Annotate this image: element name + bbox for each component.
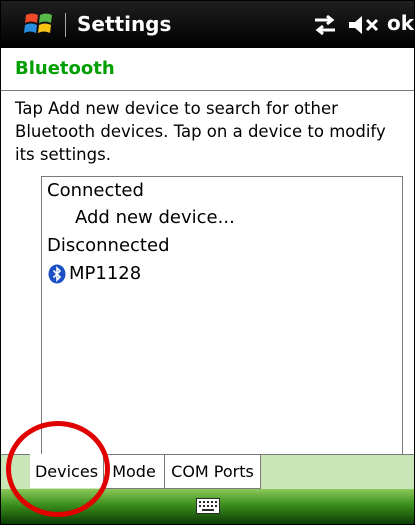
device-list[interactable]: Connected Add new device... Disconnected… xyxy=(41,176,403,455)
volume-muted-icon[interactable] xyxy=(347,14,381,36)
ok-button[interactable]: ok xyxy=(387,11,414,35)
disconnected-group-header: Disconnected xyxy=(47,235,170,256)
connected-group-header: Connected xyxy=(47,180,144,201)
page-title: Bluetooth xyxy=(15,58,115,79)
windows-start-icon[interactable] xyxy=(23,9,55,39)
add-new-device-item[interactable]: Add new device... xyxy=(75,207,235,228)
connectivity-icon[interactable] xyxy=(312,14,338,36)
heading-bar: Bluetooth xyxy=(1,48,414,91)
app-title: Settings xyxy=(77,12,172,36)
annotation-circle xyxy=(6,421,110,517)
instructions-text: Tap Add new device to search for other B… xyxy=(15,99,386,164)
keyboard-icon[interactable] xyxy=(196,498,220,514)
title-separator xyxy=(65,13,66,37)
tab-label: Mode xyxy=(112,462,156,481)
tab-mode[interactable]: Mode xyxy=(104,455,165,489)
settings-window: Settings ok Bluetooth Tap Add new device… xyxy=(0,0,415,525)
bluetooth-icon xyxy=(48,264,66,284)
tab-com-ports[interactable]: COM Ports xyxy=(165,455,261,489)
device-item[interactable]: MP1128 xyxy=(69,263,141,284)
title-bar: Settings ok xyxy=(1,1,414,48)
tab-label: COM Ports xyxy=(171,462,254,481)
